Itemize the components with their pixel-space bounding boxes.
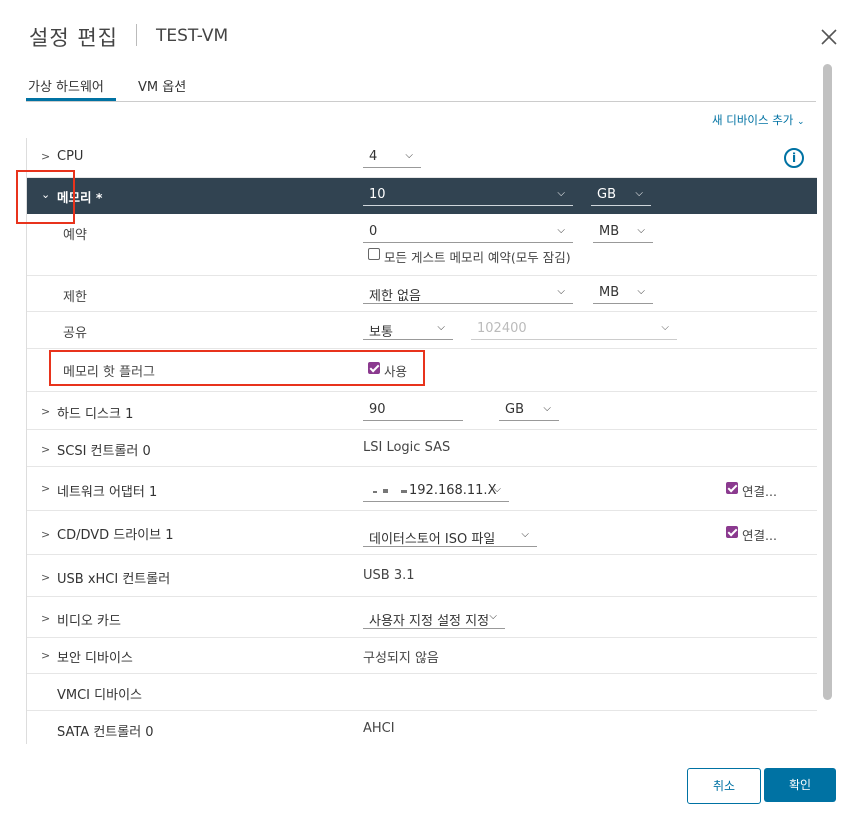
vmci-label: VMCI 디바이스 (57, 688, 142, 703)
chevron-down-icon: ⌵ (489, 611, 497, 622)
cpu-label: CPU (57, 149, 84, 164)
shares-label: 공유 (63, 326, 87, 341)
shares-value-input: 102400 ⌵ (471, 319, 677, 340)
vm-name: TEST-VM (156, 26, 229, 46)
chevron-right-icon[interactable]: > (41, 571, 50, 584)
hardware-row-network: > 네트워크 어댑터 1 192.168.11.X ⌵ 연결... (27, 467, 817, 511)
video-select[interactable]: 사용자 지정 설정 지정 ⌵ (363, 608, 505, 629)
hardware-row-vmci: VMCI 디바이스 (27, 674, 817, 711)
usb-label: USB xHCI 컨트롤러 (57, 572, 171, 587)
limit-label: 제한 (63, 290, 87, 305)
hardware-row-security: > 보안 디바이스 구성되지 않음 (27, 638, 817, 674)
masked-pixels (401, 490, 407, 493)
dialog-title: 설정 편집 (29, 26, 118, 50)
scsi-value: LSI Logic SAS (363, 440, 451, 455)
network-connect-label: 연결... (742, 484, 777, 499)
chevron-down-icon: ⌵ (543, 403, 551, 414)
reserve-all-memory-label: 모든 게스트 메모리 예약(모두 잠김) (384, 250, 571, 265)
security-value: 구성되지 않음 (363, 651, 439, 666)
chevron-down-icon: ⌵ (635, 188, 643, 199)
limit-select[interactable]: 제한 없음 ⌵ (363, 283, 573, 304)
hardware-row-video: > 비디오 카드 사용자 지정 설정 지정 ⌵ (27, 597, 817, 638)
limit-unit-select[interactable]: MB ⌵ (593, 283, 653, 304)
hardware-row-cdrom: > CD/DVD 드라이브 1 데이터스토어 ISO 파일 ⌵ 연결... (27, 511, 817, 555)
reservation-label: 예약 (63, 228, 87, 243)
cdrom-connect-label: 연결... (742, 528, 777, 543)
memory-limit-row: 제한 제한 없음 ⌵ MB ⌵ (27, 275, 817, 312)
hardware-list: > CPU 4 ⌵ i ⌄ 메모리 * 10 ⌵ GB ⌵ 예약 0 ⌵ MB … (26, 138, 817, 744)
chevron-down-icon: ⌵ (521, 529, 529, 540)
video-label: 비디오 카드 (57, 614, 121, 629)
ok-button[interactable]: 확인 (764, 768, 836, 802)
memory-size-select[interactable]: 10 ⌵ (363, 185, 573, 206)
reservation-input[interactable]: 0 ⌵ (363, 222, 573, 243)
hard-disk-unit-select[interactable]: GB ⌵ (499, 400, 559, 421)
cdrom-label: CD/DVD 드라이브 1 (57, 528, 174, 543)
sata-value: AHCI (363, 721, 395, 736)
chevron-down-icon: ⌵ (661, 322, 669, 333)
chevron-down-icon: ⌵ (637, 286, 645, 297)
hardware-row-usb: > USB xHCI 컨트롤러 USB 3.1 (27, 555, 817, 597)
security-label: 보안 디바이스 (57, 651, 133, 666)
chevron-right-icon[interactable]: > (41, 528, 50, 541)
cancel-button[interactable]: 취소 (687, 768, 761, 804)
scrollbar-thumb[interactable] (823, 64, 832, 700)
cpu-select[interactable]: 4 ⌵ (363, 147, 421, 168)
memory-hotplug-row: 메모리 핫 플러그 사용 (27, 349, 817, 392)
hard-disk-size-input[interactable]: 90 (363, 400, 463, 421)
add-device-button[interactable]: 새 디바이스 추가 ⌄ (712, 112, 805, 128)
chevron-down-icon: ⌵ (493, 484, 501, 495)
title-separator (136, 24, 137, 46)
info-icon[interactable]: i (784, 148, 804, 168)
memory-unit-select[interactable]: GB ⌵ (591, 185, 651, 206)
close-button[interactable] (818, 26, 840, 48)
usb-value: USB 3.1 (363, 568, 415, 583)
chevron-down-icon: ⌵ (557, 286, 565, 297)
add-device-label: 새 디바이스 추가 (712, 113, 794, 127)
memory-shares-row: 공유 보통 ⌵ 102400 ⌵ (27, 312, 817, 349)
tabs-divider (26, 101, 816, 102)
hard-disk-label: 하드 디스크 1 (57, 407, 134, 422)
tab-virtual-hardware[interactable]: 가상 하드웨어 (28, 76, 104, 95)
sata-label: SATA 컨트롤러 0 (57, 725, 154, 740)
reserve-all-memory-checkbox[interactable] (368, 248, 380, 260)
chevron-right-icon[interactable]: > (41, 482, 50, 495)
shares-select[interactable]: 보통 ⌵ (363, 319, 453, 340)
memory-label: 메모리 * (57, 190, 103, 205)
chevron-right-icon[interactable]: > (41, 443, 50, 456)
chevron-down-icon: ⌵ (557, 225, 565, 236)
memory-reservation-row: 예약 0 ⌵ MB ⌵ 모든 게스트 메모리 예약(모두 잠김) (27, 214, 817, 276)
chevron-down-icon: ⌵ (637, 225, 645, 236)
chevron-right-icon[interactable]: > (41, 150, 50, 163)
masked-pixels (383, 489, 388, 493)
chevron-down-icon: ⌵ (405, 150, 413, 161)
tab-vm-options[interactable]: VM 옵션 (138, 76, 186, 95)
network-select[interactable]: 192.168.11.X ⌵ (363, 481, 509, 502)
chevron-down-icon: ⌵ (437, 322, 445, 333)
hardware-row-memory: ⌄ 메모리 * 10 ⌵ GB ⌵ (27, 178, 817, 214)
scsi-label: SCSI 컨트롤러 0 (57, 444, 151, 459)
hotplug-checkbox-label: 사용 (384, 364, 408, 379)
reservation-unit-select[interactable]: MB ⌵ (593, 222, 653, 243)
chevron-down-icon: ⌵ (557, 188, 565, 199)
chevron-down-icon: ⌄ (797, 117, 805, 127)
close-icon (821, 29, 837, 45)
masked-pixels (373, 491, 377, 493)
cdrom-select[interactable]: 데이터스토어 ISO 파일 ⌵ (363, 526, 537, 547)
hardware-row-cpu: > CPU 4 ⌵ i (27, 138, 817, 178)
chevron-down-icon[interactable]: ⌄ (41, 188, 50, 201)
network-label: 네트워크 어댑터 1 (57, 485, 158, 500)
hardware-row-scsi: > SCSI 컨트롤러 0 LSI Logic SAS (27, 430, 817, 467)
hardware-row-hard-disk: > 하드 디스크 1 90 GB ⌵ (27, 392, 817, 430)
hardware-row-sata: SATA 컨트롤러 0 AHCI (27, 711, 817, 744)
chevron-right-icon[interactable]: > (41, 612, 50, 625)
active-tab-indicator (26, 98, 116, 101)
cdrom-connect-checkbox[interactable] (726, 526, 738, 538)
chevron-right-icon[interactable]: > (41, 405, 50, 418)
chevron-right-icon[interactable]: > (41, 649, 50, 662)
hotplug-label: 메모리 핫 플러그 (63, 365, 155, 380)
hotplug-checkbox[interactable] (368, 362, 380, 374)
network-connect-checkbox[interactable] (726, 482, 738, 494)
